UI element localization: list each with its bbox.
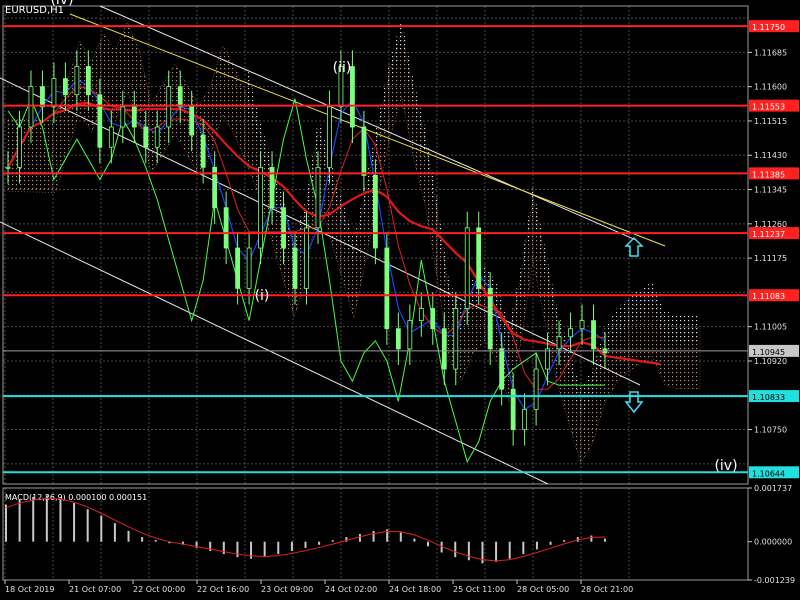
- candle-body: [441, 328, 447, 370]
- price-tick-label: 1.11345: [754, 186, 787, 195]
- candle-body: [545, 348, 550, 370]
- candle-body: [281, 207, 286, 249]
- time-tick-label: 23 Oct 09:00: [261, 585, 313, 594]
- candle-body: [384, 247, 390, 330]
- price-chart[interactable]: (iv)(ii)(i)(iv) 1.117501.115531.113851.1…: [0, 0, 800, 600]
- candle-body: [372, 175, 378, 249]
- macd-panel: MACD(12,26,9) 0.000100 0.000151 0.001737 0…: [5, 484, 795, 585]
- candle-body: [556, 336, 562, 350]
- candle-body: [579, 320, 585, 330]
- candle-body: [97, 94, 103, 148]
- time-tick-label: 24 Oct 18:00: [389, 585, 441, 594]
- candle-body: [327, 106, 332, 168]
- moving-averages: [7, 79, 661, 464]
- candle-body: [143, 126, 149, 148]
- level-label: 1.11385: [752, 170, 785, 179]
- candle-body: [17, 126, 22, 168]
- wave-label: (ii): [333, 60, 352, 76]
- candle-body: [189, 106, 195, 136]
- level-label: 1.10833: [752, 393, 785, 402]
- candle-body: [407, 320, 413, 350]
- price-tick-label: 1.11005: [754, 323, 787, 332]
- wave-label: (iv): [714, 458, 737, 474]
- candle-body: [120, 106, 126, 128]
- candle-body: [430, 308, 436, 330]
- candle-body: [292, 247, 298, 289]
- candle-body: [85, 66, 91, 96]
- candle-body: [74, 66, 80, 96]
- candle-body: [5, 166, 11, 169]
- macd-tick-label: -0.001239: [754, 576, 795, 585]
- symbol-label: EURUSD,H1: [5, 5, 64, 16]
- candle-body: [200, 134, 206, 168]
- candle-body: [223, 207, 229, 249]
- price-tick-label: 1.11515: [754, 117, 787, 126]
- candle-body: [246, 247, 252, 289]
- time-tick-label: 28 Oct 21:00: [581, 585, 633, 594]
- macd-tick-label: 0.000000: [754, 538, 792, 547]
- time-tick-label: 24 Oct 02:00: [325, 585, 377, 594]
- price-tick-label: 1.11600: [754, 83, 787, 92]
- candle-body: [499, 348, 505, 390]
- level-label: 1.11083: [752, 292, 785, 301]
- level-label: 1.11750: [752, 23, 785, 32]
- time-tick-label: 28 Oct 05:00: [517, 585, 569, 594]
- candle-body: [28, 86, 34, 128]
- candle-body: [166, 86, 172, 128]
- candle-body: [131, 106, 137, 128]
- time-tick-label: 22 Oct 16:00: [197, 585, 249, 594]
- time-tick-label: 18 Oct 2019: [5, 585, 54, 594]
- candle-body: [177, 86, 183, 108]
- candle-body: [361, 126, 367, 176]
- candle-body: [395, 328, 401, 350]
- price-tick-label: 1.11430: [754, 151, 787, 160]
- price-tick-label: 1.10920: [754, 357, 787, 366]
- price-tick-label: 1.10750: [754, 426, 787, 435]
- candle-body: [51, 78, 57, 108]
- macd-label: MACD(12,26,9) 0.000100 0.000151: [5, 493, 147, 502]
- candle-body: [476, 227, 482, 289]
- candle-body: [464, 227, 470, 309]
- price-tick-label: 1.11175: [754, 254, 787, 263]
- candle-body: [522, 408, 528, 430]
- candle-body: [154, 126, 160, 148]
- candle-body: [235, 247, 241, 289]
- level-label: 1.10644: [752, 469, 785, 478]
- candle-body: [487, 287, 493, 350]
- macd-signal-line: [5, 497, 606, 562]
- candle-body: [418, 308, 424, 322]
- price-axis: 1.11750 1.11553 1.11385 1.11237 1.11083 1.108…: [748, 20, 799, 479]
- candle-body: [533, 368, 539, 410]
- candle-body: [453, 308, 459, 370]
- level-label: 1.11237: [752, 230, 785, 239]
- time-axis: 18 Oct 2019 21 Oct 07:00 22 Oct 00:00 22 Oc…: [4, 580, 633, 594]
- time-tick-label: 25 Oct 11:00: [453, 585, 505, 594]
- macd-tick-label: 0.001737: [754, 484, 792, 493]
- wave-label: (i): [255, 288, 270, 304]
- price-tick-label: 1.11685: [754, 48, 787, 57]
- time-tick-label: 21 Oct 07:00: [69, 585, 121, 594]
- level-label: 1.11553: [752, 103, 785, 112]
- up-arrow-icon: [624, 236, 644, 257]
- price-tick-label: 1.11260: [754, 220, 787, 229]
- candle-body: [40, 86, 45, 108]
- candle-body: [591, 320, 596, 350]
- candle-body: [568, 328, 573, 338]
- time-tick-label: 22 Oct 00:00: [133, 585, 185, 594]
- candle-body: [304, 227, 309, 289]
- candle-body: [108, 126, 114, 148]
- candle-body: [258, 166, 263, 249]
- current-price-label: 1.10945: [752, 348, 785, 357]
- candle-body: [63, 78, 68, 96]
- candle-body: [315, 166, 321, 229]
